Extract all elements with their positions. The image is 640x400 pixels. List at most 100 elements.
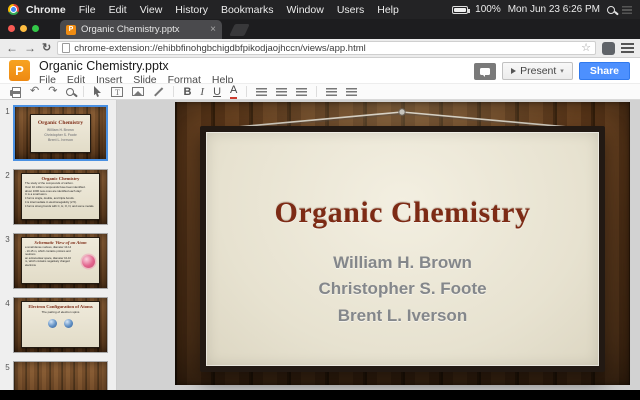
- thumb-board: Organic Chemistry William H. Brown Chris…: [30, 114, 91, 153]
- slide-editor[interactable]: Organic Chemistry William H. Brown Chris…: [175, 102, 630, 385]
- insert-image-icon[interactable]: [132, 87, 144, 96]
- undo-icon[interactable]: ↶: [30, 86, 39, 97]
- refresh-icon[interactable]: ↻: [42, 43, 51, 54]
- menubar-item-window[interactable]: Window: [286, 4, 323, 16]
- menubar-item-edit[interactable]: Edit: [109, 4, 127, 16]
- slide-number: 2: [2, 169, 13, 225]
- tab-favicon: P: [66, 25, 76, 35]
- menubar-item-users[interactable]: Users: [337, 4, 364, 16]
- print-icon[interactable]: [10, 90, 21, 96]
- menubar-app-name[interactable]: Chrome: [26, 4, 66, 16]
- sphere-icon: [64, 319, 73, 328]
- screen: Chrome File Edit View History Bookmarks …: [0, 0, 640, 400]
- slide-board: Organic Chemistry William H. Brown Chris…: [200, 126, 605, 372]
- address-bar[interactable]: chrome-extension://ehibbfinohgbchigdbfpi…: [57, 41, 596, 55]
- menubar-item-history[interactable]: History: [175, 4, 208, 16]
- filmstrip-row: 1 Organic Chemistry William H. Brown Chr…: [2, 105, 116, 161]
- slide-authors-textbox[interactable]: William H. Brown Christopher S. Foote Br…: [206, 250, 599, 329]
- new-tab-button[interactable]: [229, 24, 250, 36]
- minimize-window-button[interactable]: [20, 25, 27, 32]
- close-window-button[interactable]: [8, 25, 15, 32]
- present-button[interactable]: Present ▾: [502, 62, 573, 80]
- zoom-icon[interactable]: [66, 88, 74, 96]
- slides-filmstrip: 1 Organic Chemistry William H. Brown Chr…: [0, 100, 117, 390]
- slide-title-textbox[interactable]: Organic Chemistry: [206, 196, 599, 230]
- thumb-body: William H. Brown Christopher S. Foote Br…: [31, 128, 90, 143]
- text-color-icon[interactable]: A: [230, 84, 237, 98]
- zoom-window-button[interactable]: [32, 25, 39, 32]
- back-icon[interactable]: ←: [6, 42, 18, 54]
- browser-toolbar: ← → ↻ chrome-extension://ehibbfinohgbchi…: [0, 39, 640, 58]
- app-header: P Organic Chemistry.pptx File Edit Inser…: [0, 58, 640, 83]
- atom-illustration: [82, 255, 95, 268]
- toolbar-divider: [173, 86, 174, 97]
- thumb-board: Schematic View of an Atom a small dense …: [21, 237, 100, 284]
- menubar-item-help[interactable]: Help: [377, 4, 399, 16]
- thumb-body: a small dense nucleus, diameter 10-14 - …: [22, 245, 74, 268]
- redo-icon[interactable]: ↷: [48, 86, 57, 97]
- slide-thumbnail-1[interactable]: Organic Chemistry William H. Brown Chris…: [13, 105, 108, 161]
- filmstrip-row: 5: [2, 361, 116, 390]
- menubar-item-view[interactable]: View: [140, 4, 163, 16]
- macos-menu-bar: Chrome File Edit View History Bookmarks …: [0, 0, 640, 19]
- url-text[interactable]: chrome-extension://ehibbfinohgbchigdbfpi…: [74, 43, 577, 54]
- toolbar-divider: [83, 86, 84, 97]
- browser-tab[interactable]: P Organic Chemistry.pptx ×: [60, 20, 222, 39]
- caret-down-icon: ▾: [560, 67, 564, 75]
- electron-spheres-illustration: [22, 319, 99, 328]
- chrome-logo-icon[interactable]: [8, 4, 19, 15]
- tab-title: Organic Chemistry.pptx: [81, 24, 205, 35]
- slide-thumbnail-2[interactable]: Organic Chemistry The study of the compo…: [13, 169, 108, 225]
- bullet-list-icon[interactable]: [326, 88, 337, 96]
- slide-canvas: Organic Chemistry William H. Brown Chris…: [117, 100, 640, 390]
- main-content: 1 Organic Chemistry William H. Brown Chr…: [0, 100, 640, 390]
- select-cursor-icon[interactable]: [93, 86, 102, 97]
- numbered-list-icon[interactable]: [346, 88, 357, 96]
- filmstrip-row: 3 Schematic View of an Atom a small dens…: [2, 233, 116, 289]
- page-icon: [62, 43, 70, 53]
- filmstrip-row: 2 Organic Chemistry The study of the com…: [2, 169, 116, 225]
- thumb-title: Electron Configuration of Atoms: [22, 304, 99, 309]
- thumb-board: Organic Chemistry The study of the compo…: [21, 173, 100, 220]
- share-button[interactable]: Share: [579, 62, 630, 80]
- notification-center-icon[interactable]: [622, 6, 632, 14]
- align-center-icon[interactable]: [276, 88, 287, 96]
- battery-percent: 100%: [475, 4, 501, 15]
- bookmark-star-icon[interactable]: ☆: [581, 43, 591, 54]
- insert-line-icon[interactable]: [155, 87, 164, 96]
- menubar-item-file[interactable]: File: [79, 4, 96, 16]
- thumb-body: The study of the compounds of carbon. Ov…: [22, 181, 99, 209]
- thumb-title: Schematic View of an Atom: [22, 240, 99, 245]
- chrome-menu-icon[interactable]: [621, 43, 634, 53]
- slide-number: 1: [2, 105, 13, 161]
- align-left-icon[interactable]: [256, 88, 267, 96]
- battery-icon[interactable]: [452, 6, 468, 14]
- slide-thumbnail-4[interactable]: Electron Configuration of Atoms The pair…: [13, 297, 108, 353]
- extension-icon[interactable]: [602, 42, 615, 55]
- textbox-icon[interactable]: T: [111, 87, 123, 97]
- italic-icon[interactable]: I: [200, 86, 204, 98]
- slide-number: 3: [2, 233, 13, 289]
- sphere-icon: [48, 319, 57, 328]
- slide-thumbnail-5[interactable]: [13, 361, 108, 390]
- app-logo[interactable]: P: [9, 60, 30, 81]
- comments-button[interactable]: [474, 63, 496, 80]
- slide-number: 5: [2, 361, 13, 390]
- format-toolbar: ↶ ↷ T B I U A: [0, 83, 640, 100]
- thumb-board: Electron Configuration of Atoms The pair…: [21, 301, 100, 348]
- tab-close-icon[interactable]: ×: [210, 25, 216, 35]
- browser-tab-strip: P Organic Chemistry.pptx ×: [0, 19, 640, 39]
- menubar-status-area: 100% Mon Jun 23 6:26 PM: [452, 4, 632, 15]
- menubar-clock[interactable]: Mon Jun 23 6:26 PM: [508, 4, 600, 15]
- align-right-icon[interactable]: [296, 88, 307, 96]
- underline-icon[interactable]: U: [213, 86, 221, 98]
- slide-thumbnail-3[interactable]: Schematic View of an Atom a small dense …: [13, 233, 108, 289]
- bold-icon[interactable]: B: [183, 86, 191, 98]
- slide-number: 4: [2, 297, 13, 353]
- play-icon: [511, 68, 516, 74]
- spotlight-icon[interactable]: [607, 6, 615, 14]
- header-actions: Present ▾ Share: [474, 62, 630, 80]
- thumb-title: Organic Chemistry: [31, 120, 90, 126]
- forward-icon[interactable]: →: [24, 42, 36, 54]
- menubar-item-bookmarks[interactable]: Bookmarks: [221, 4, 274, 16]
